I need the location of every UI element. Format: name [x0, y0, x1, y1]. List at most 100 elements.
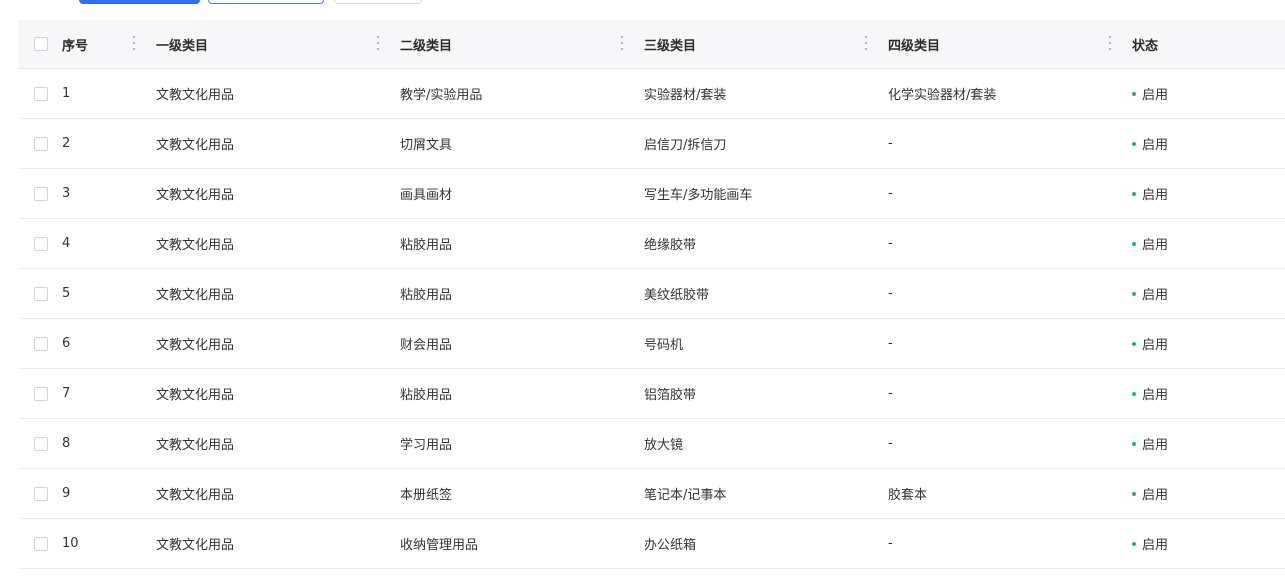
- row-level3: 号码机: [644, 338, 684, 353]
- row-select-cell: [34, 419, 48, 468]
- row-level4: -: [888, 386, 893, 401]
- toolbar: [0, 0, 1285, 4]
- status-text: 启用: [1142, 338, 1169, 353]
- row-no: 3: [62, 186, 71, 201]
- table-row[interactable]: 4 文教文化用品 粘胶用品 绝缘胶带 - 启用: [18, 219, 1285, 269]
- status-dot-icon: [1132, 191, 1136, 196]
- row-level4: -: [888, 536, 893, 551]
- row-level2: 本册纸签: [400, 488, 453, 503]
- status-dot-icon: [1132, 291, 1136, 296]
- row-checkbox[interactable]: [34, 536, 48, 551]
- status-text: 启用: [1142, 138, 1169, 153]
- row-select-cell: [34, 319, 48, 368]
- status-text: 启用: [1142, 388, 1169, 403]
- table-row[interactable]: 5 文教文化用品 粘胶用品 美纹纸胶带 - 启用: [18, 269, 1285, 319]
- column-resize-handle-icon[interactable]: [376, 36, 379, 50]
- tertiary-action-button[interactable]: [334, 0, 422, 4]
- row-no: 10: [62, 536, 79, 551]
- row-status: 启用: [1132, 69, 1168, 118]
- table-row[interactable]: 7 文教文化用品 粘胶用品 铝箔胶带 - 启用: [18, 369, 1285, 419]
- row-select-cell: [34, 369, 48, 418]
- row-status: 启用: [1132, 419, 1168, 468]
- row-checkbox[interactable]: [34, 86, 48, 101]
- header-level3: 三级类目: [644, 38, 697, 54]
- row-level2: 收纳管理用品: [400, 538, 479, 553]
- row-level1: 文教文化用品: [156, 538, 235, 553]
- row-select-cell: [34, 169, 48, 218]
- row-status: 启用: [1132, 519, 1168, 568]
- table-row[interactable]: 3 文教文化用品 画具画材 写生车/多功能画车 - 启用: [18, 169, 1285, 219]
- status-dot-icon: [1132, 341, 1136, 346]
- row-level4: -: [888, 336, 893, 351]
- row-no: 5: [62, 286, 71, 301]
- status-text: 启用: [1142, 188, 1169, 203]
- row-level4: -: [888, 286, 893, 301]
- row-select-cell: [34, 119, 48, 168]
- row-select-cell: [34, 269, 48, 318]
- row-level3: 美纹纸胶带: [644, 288, 710, 303]
- primary-action-button[interactable]: [79, 0, 200, 4]
- status-text: 启用: [1142, 488, 1169, 503]
- row-level4: -: [888, 186, 893, 201]
- row-checkbox[interactable]: [34, 236, 48, 251]
- row-no: 2: [62, 136, 71, 151]
- status-dot-icon: [1132, 91, 1136, 96]
- row-checkbox[interactable]: [34, 336, 48, 351]
- status-text: 启用: [1142, 288, 1169, 303]
- row-level3: 办公纸箱: [644, 538, 697, 553]
- header-no: 序号: [62, 38, 89, 54]
- row-no: 1: [62, 86, 71, 101]
- status-text: 启用: [1142, 438, 1169, 453]
- row-level1: 文教文化用品: [156, 138, 235, 153]
- select-all-checkbox[interactable]: [34, 37, 48, 51]
- row-status: 启用: [1132, 219, 1168, 268]
- row-select-cell: [34, 519, 48, 568]
- row-level3: 实验器材/套装: [644, 88, 727, 103]
- table-row[interactable]: 10 文教文化用品 收纳管理用品 办公纸箱 - 启用: [18, 519, 1285, 569]
- category-table: 序号 一级类目 二级类目 三级类目 四级类目 状态 1 文教文化用品 教学/实验用品…: [18, 20, 1285, 569]
- column-resize-handle-icon[interactable]: [620, 36, 623, 50]
- table-row[interactable]: 2 文教文化用品 切屑文具 启信刀/拆信刀 - 启用: [18, 119, 1285, 169]
- row-status: 启用: [1132, 319, 1168, 368]
- status-dot-icon: [1132, 391, 1136, 396]
- status-dot-icon: [1132, 241, 1136, 246]
- row-status: 启用: [1132, 169, 1168, 218]
- row-no: 7: [62, 386, 71, 401]
- column-resize-handle-icon[interactable]: [132, 36, 135, 50]
- row-level4: -: [888, 236, 893, 251]
- row-checkbox[interactable]: [34, 186, 48, 201]
- status-dot-icon: [1132, 491, 1136, 496]
- row-level2: 切屑文具: [400, 138, 453, 153]
- row-level1: 文教文化用品: [156, 388, 235, 403]
- row-level2: 粘胶用品: [400, 238, 453, 253]
- table-row[interactable]: 6 文教文化用品 财会用品 号码机 - 启用: [18, 319, 1285, 369]
- row-level3: 启信刀/拆信刀: [644, 138, 727, 153]
- row-checkbox[interactable]: [34, 136, 48, 151]
- row-checkbox[interactable]: [34, 386, 48, 401]
- row-level1: 文教文化用品: [156, 288, 235, 303]
- row-checkbox[interactable]: [34, 486, 48, 501]
- row-level3: 绝缘胶带: [644, 238, 697, 253]
- row-select-cell: [34, 69, 48, 118]
- row-level3: 铝箔胶带: [644, 388, 697, 403]
- status-text: 启用: [1142, 88, 1169, 103]
- header-level4: 四级类目: [888, 38, 941, 54]
- table-header: 序号 一级类目 二级类目 三级类目 四级类目 状态: [18, 20, 1285, 69]
- row-checkbox[interactable]: [34, 286, 48, 301]
- row-level1: 文教文化用品: [156, 188, 235, 203]
- column-resize-handle-icon[interactable]: [1108, 36, 1111, 50]
- row-level2: 财会用品: [400, 338, 453, 353]
- table-row[interactable]: 9 文教文化用品 本册纸签 笔记本/记事本 胶套本 启用: [18, 469, 1285, 519]
- row-level2: 教学/实验用品: [400, 88, 483, 103]
- table-row[interactable]: 8 文教文化用品 学习用品 放大镜 - 启用: [18, 419, 1285, 469]
- table-row[interactable]: 1 文教文化用品 教学/实验用品 实验器材/套装 化学实验器材/套装 启用: [18, 69, 1285, 119]
- row-level2: 粘胶用品: [400, 288, 453, 303]
- row-checkbox[interactable]: [34, 436, 48, 451]
- table-body: 1 文教文化用品 教学/实验用品 实验器材/套装 化学实验器材/套装 启用 2 文教文化用品切…: [18, 69, 1285, 569]
- status-text: 启用: [1142, 238, 1169, 253]
- row-level4: 化学实验器材/套装: [888, 88, 997, 103]
- column-resize-handle-icon[interactable]: [864, 36, 867, 50]
- row-level1: 文教文化用品: [156, 88, 235, 103]
- row-level3: 笔记本/记事本: [644, 488, 727, 503]
- secondary-action-button[interactable]: [208, 0, 324, 4]
